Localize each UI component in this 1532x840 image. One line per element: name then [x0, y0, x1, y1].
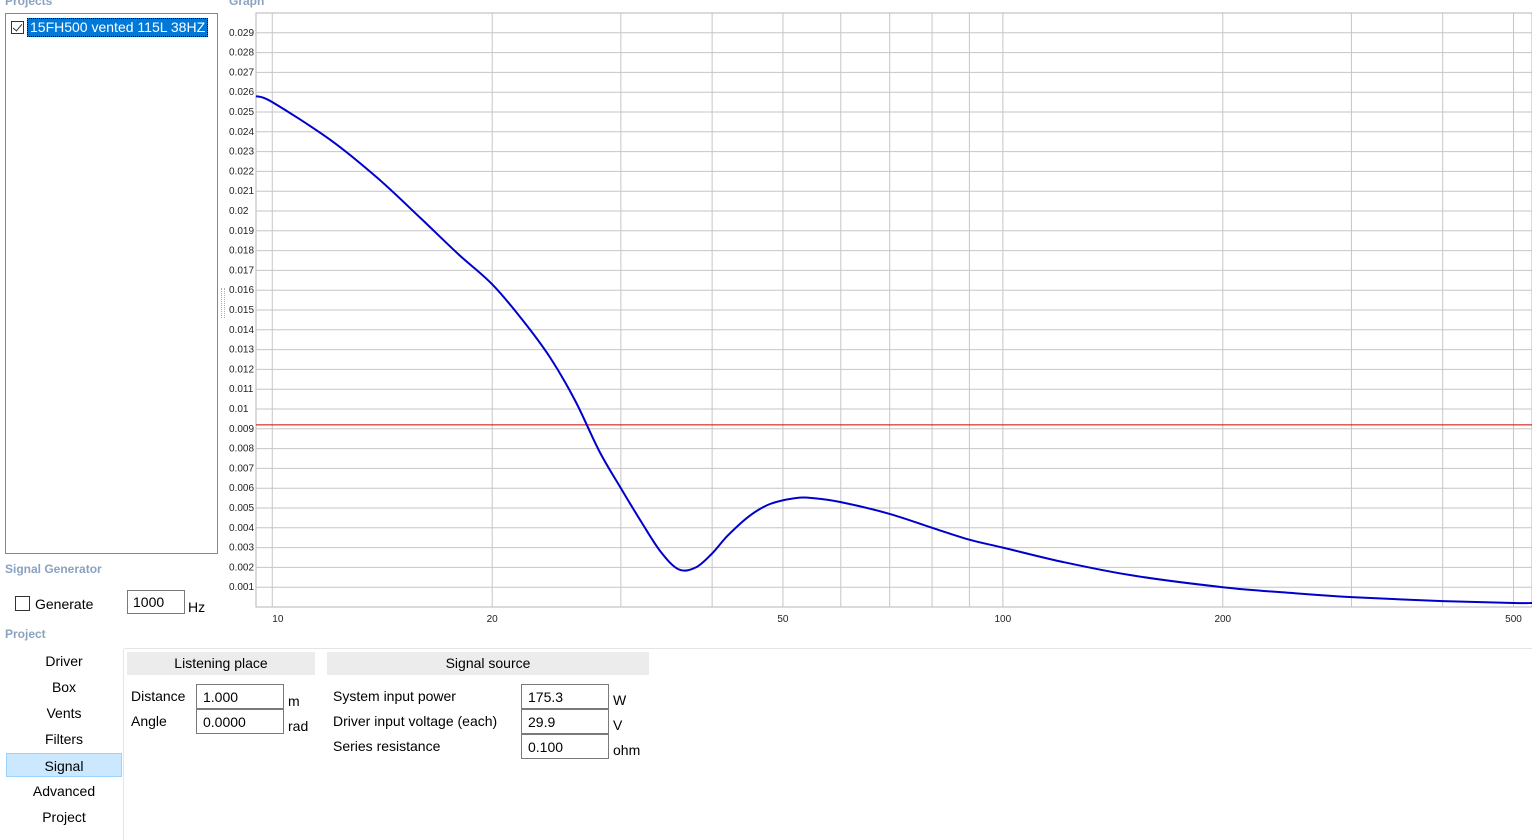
nav-item-filters[interactable]: Filters — [6, 727, 122, 751]
frequency-unit: Hz — [188, 599, 206, 615]
nav-item-vents[interactable]: Vents — [6, 701, 122, 725]
y-tick-label: 0.018 — [229, 246, 254, 257]
nav-item-box[interactable]: Box — [6, 675, 122, 699]
panel-divider — [124, 648, 1532, 649]
y-tick-label: 0.011 — [229, 384, 254, 395]
signal-generator-section-title: Signal Generator — [5, 562, 102, 576]
system-input-power-unit: W — [613, 692, 627, 708]
y-tick-label: 0.017 — [229, 265, 254, 276]
generate-checkbox[interactable] — [15, 596, 30, 611]
response-chart: 0.001 0.002 0.003 0.004 0.005 0.006 0.007 0.008… — [229, 12, 1532, 625]
y-tick-label: 0.025 — [229, 107, 254, 118]
y-tick-label: 0.022 — [229, 166, 254, 177]
y-tick-label: 0.014 — [229, 325, 254, 336]
nav-item-advanced[interactable]: Advanced — [6, 779, 122, 803]
project-nav: Driver Box Vents Filters Signal Advanced… — [6, 649, 122, 831]
signal-source-header: Signal source — [327, 652, 649, 675]
x-tick-label: 100 — [995, 614, 1012, 625]
y-tick-label: 0.028 — [229, 48, 254, 59]
project-section-title: Project — [5, 627, 46, 641]
driver-input-voltage-unit: V — [613, 717, 623, 733]
angle-label: Angle — [131, 713, 167, 729]
y-tick-label: 0.026 — [229, 87, 254, 98]
y-tick-label: 0.006 — [229, 483, 254, 494]
y-tick-label: 0.02 — [229, 206, 249, 217]
angle-unit: rad — [288, 718, 309, 734]
y-tick-label: 0.024 — [229, 127, 254, 138]
y-tick-label: 0.016 — [229, 285, 254, 296]
project-enabled-checkbox[interactable] — [11, 20, 24, 34]
project-name[interactable]: 15FH500 vented 115L 38HZ — [27, 17, 209, 37]
y-tick-label: 0.015 — [229, 305, 254, 316]
y-tick-label: 0.002 — [229, 562, 254, 573]
distance-input[interactable] — [196, 684, 284, 709]
projects-list[interactable]: 15FH500 vented 115L 38HZ — [5, 13, 218, 554]
nav-divider — [123, 649, 124, 840]
frequency-input[interactable] — [127, 590, 185, 614]
y-tick-label: 0.019 — [229, 226, 254, 237]
angle-input[interactable] — [196, 709, 284, 734]
y-tick-label: 0.029 — [229, 28, 254, 39]
y-tick-label: 0.001 — [229, 582, 254, 593]
nav-item-project[interactable]: Project — [6, 805, 122, 829]
distance-label: Distance — [131, 688, 186, 704]
x-tick-label: 10 — [272, 614, 284, 625]
generate-label: Generate — [35, 596, 94, 612]
series-resistance-unit: ohm — [613, 742, 641, 758]
project-list-item[interactable]: 15FH500 vented 115L 38HZ — [11, 17, 209, 37]
y-tick-label: 0.01 — [229, 404, 249, 415]
driver-input-voltage-input[interactable] — [521, 709, 609, 734]
x-tick-label: 50 — [777, 614, 789, 625]
nav-item-signal[interactable]: Signal — [6, 753, 122, 777]
listening-place-header: Listening place — [127, 652, 315, 675]
system-input-power-label: System input power — [333, 688, 456, 704]
graph-section-title: Graph — [229, 0, 265, 8]
y-tick-label: 0.007 — [229, 463, 254, 474]
y-tick-label: 0.005 — [229, 503, 254, 514]
x-tick-label: 20 — [487, 614, 499, 625]
series-resistance-input[interactable] — [521, 734, 609, 759]
distance-unit: m — [288, 693, 300, 709]
y-tick-label: 0.021 — [229, 186, 254, 197]
y-tick-label: 0.023 — [229, 147, 254, 158]
projects-section-title: Projects — [5, 0, 53, 8]
y-tick-label: 0.008 — [229, 444, 254, 455]
nav-item-driver[interactable]: Driver — [6, 649, 122, 673]
x-tick-label: 200 — [1214, 614, 1231, 625]
y-tick-label: 0.004 — [229, 523, 254, 534]
x-tick-label: 500 — [1505, 614, 1522, 625]
y-tick-label: 0.012 — [229, 364, 254, 375]
series-resistance-label: Series resistance — [333, 738, 441, 754]
y-tick-label: 0.009 — [229, 424, 254, 435]
driver-input-voltage-label: Driver input voltage (each) — [333, 713, 498, 729]
system-input-power-input[interactable] — [521, 684, 609, 709]
y-tick-label: 0.003 — [229, 543, 254, 554]
y-tick-label: 0.013 — [229, 345, 254, 356]
y-tick-label: 0.027 — [229, 67, 254, 78]
